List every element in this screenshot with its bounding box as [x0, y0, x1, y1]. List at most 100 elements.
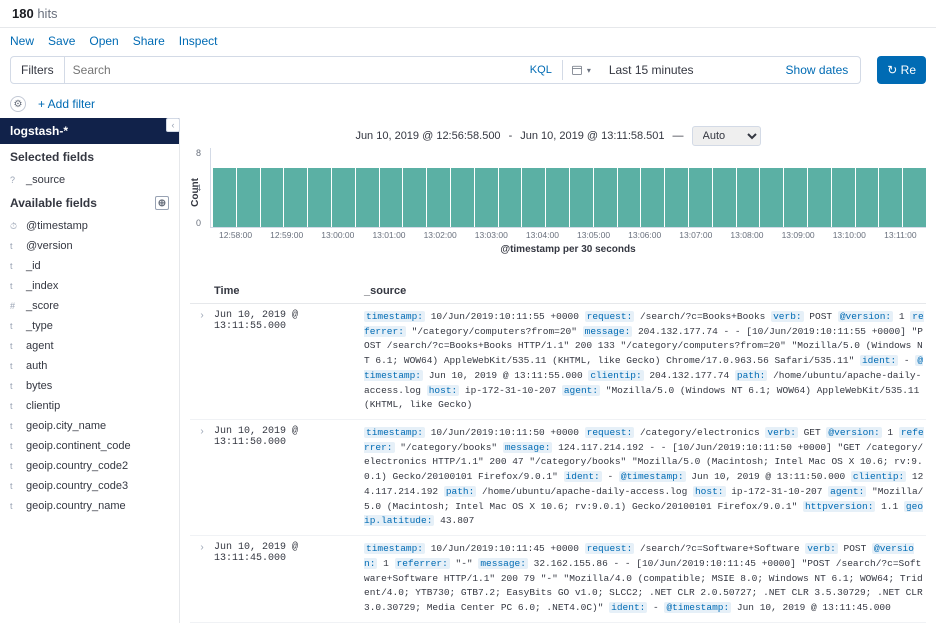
bar[interactable]: [522, 168, 545, 227]
field-item[interactable]: tclientip: [0, 396, 179, 416]
gear-icon[interactable]: ⚙: [10, 96, 26, 112]
table-row: › Jun 10, 2019 @ 13:11:45.000 timestamp:…: [190, 536, 926, 623]
bar[interactable]: [594, 168, 617, 227]
menu-share[interactable]: Share: [133, 34, 165, 48]
field-item[interactable]: tgeoip.city_name: [0, 416, 179, 436]
x-axis-label: @timestamp per 30 seconds: [210, 240, 926, 255]
field-name: _type: [26, 320, 53, 332]
field-name: geoip.continent_code: [26, 440, 131, 452]
field-item[interactable]: #_score: [0, 296, 179, 316]
kql-toggle[interactable]: KQL: [520, 64, 562, 76]
refresh-button[interactable]: ↻ Re: [877, 56, 926, 84]
field-item[interactable]: ⏱ @timestamp: [0, 216, 179, 236]
bar[interactable]: [427, 168, 450, 227]
bar[interactable]: [570, 168, 593, 227]
bar[interactable]: [832, 168, 855, 227]
bar[interactable]: [784, 168, 807, 227]
bar[interactable]: [879, 168, 902, 227]
field-item[interactable]: t geoip.country_code3: [0, 476, 179, 496]
expand-row-icon[interactable]: ›: [190, 426, 214, 529]
bar[interactable]: [856, 168, 879, 227]
field-type-icon: t: [10, 361, 20, 371]
field-item[interactable]: tagent: [0, 336, 179, 356]
bar[interactable]: [665, 168, 688, 227]
x-ticks: 12:58:0012:59:0013:00:0013:01:0013:02:00…: [210, 228, 926, 240]
bar[interactable]: [451, 168, 474, 227]
bar[interactable]: [903, 168, 926, 227]
field-name: geoip.country_name: [26, 500, 126, 512]
menu-inspect[interactable]: Inspect: [179, 34, 218, 48]
x-tick: 13:05:00: [568, 230, 619, 240]
bar[interactable]: [237, 168, 260, 227]
bar[interactable]: [380, 168, 403, 227]
bar[interactable]: [713, 168, 736, 227]
bar[interactable]: [808, 168, 831, 227]
bar[interactable]: [760, 168, 783, 227]
bar[interactable]: [403, 168, 426, 227]
bar[interactable]: [475, 168, 498, 227]
x-tick: 13:09:00: [773, 230, 824, 240]
index-pattern-selector[interactable]: logstash-*: [0, 118, 179, 144]
row-time: Jun 10, 2019 @ 13:11:45.000: [214, 542, 364, 616]
collapse-sidebar-button[interactable]: ‹: [166, 118, 180, 132]
x-tick: 13:03:00: [466, 230, 517, 240]
bar[interactable]: [618, 168, 641, 227]
bar[interactable]: [332, 168, 355, 227]
menu-new[interactable]: New: [10, 34, 34, 48]
field-type-icon: t: [10, 501, 20, 511]
expand-row-icon[interactable]: ›: [190, 542, 214, 616]
field-name: @version: [26, 240, 73, 252]
col-source[interactable]: _source: [364, 285, 406, 297]
field-item[interactable]: ?_source: [0, 170, 179, 190]
bar[interactable]: [261, 168, 284, 227]
menu-save[interactable]: Save: [48, 34, 75, 48]
time-range[interactable]: Last 15 minutes: [599, 63, 774, 77]
calendar-icon[interactable]: ▾: [562, 60, 599, 80]
bar[interactable]: [213, 168, 236, 227]
expand-row-icon[interactable]: ›: [190, 310, 214, 413]
field-type-icon: t: [10, 401, 20, 411]
bar[interactable]: [546, 168, 569, 227]
field-item[interactable]: t @version: [0, 236, 179, 256]
field-name: geoip.country_code3: [26, 480, 128, 492]
bar[interactable]: [284, 168, 307, 227]
field-type-icon: ⏱: [10, 221, 20, 232]
col-time[interactable]: Time: [214, 285, 364, 297]
field-item[interactable]: tauth: [0, 356, 179, 376]
fields-sidebar: ‹ logstash-* Selected fields ?_source Av…: [0, 118, 180, 623]
table-row: › Jun 10, 2019 @ 13:11:55.000 timestamp:…: [190, 304, 926, 420]
field-item[interactable]: t _id: [0, 256, 179, 276]
field-type-icon: t: [10, 481, 20, 491]
field-type-icon: t: [10, 261, 20, 271]
available-fields-header: Available fields ⊕: [0, 190, 179, 216]
top-menu: New Save Open Share Inspect: [0, 28, 936, 54]
histogram-bars[interactable]: [210, 148, 926, 228]
field-name: @timestamp: [26, 220, 88, 232]
table-row: › Jun 10, 2019 @ 13:11:50.000 timestamp:…: [190, 420, 926, 536]
x-tick: 12:59:00: [261, 230, 312, 240]
row-source: timestamp: 10/Jun/2019:10:11:45 +0000 re…: [364, 542, 926, 616]
bar[interactable]: [689, 168, 712, 227]
bar[interactable]: [356, 168, 379, 227]
field-item[interactable]: tgeoip.country_code2: [0, 456, 179, 476]
field-item[interactable]: tgeoip.continent_code: [0, 436, 179, 456]
field-type-icon: t: [10, 241, 20, 251]
bar[interactable]: [641, 168, 664, 227]
add-filter-button[interactable]: + Add filter: [38, 97, 95, 111]
field-item[interactable]: t_type: [0, 316, 179, 336]
bar[interactable]: [308, 168, 331, 227]
field-item[interactable]: tbytes: [0, 376, 179, 396]
add-field-button[interactable]: ⊕: [155, 196, 169, 210]
search-input[interactable]: [65, 57, 520, 83]
field-item[interactable]: t_index: [0, 276, 179, 296]
show-dates-link[interactable]: Show dates: [774, 63, 861, 77]
menu-open[interactable]: Open: [89, 34, 118, 48]
field-item[interactable]: t geoip.country_name: [0, 496, 179, 516]
bar[interactable]: [737, 168, 760, 227]
query-bar: Filters KQL ▾ Last 15 minutes Show dates: [10, 56, 861, 84]
interval-select[interactable]: Auto: [692, 126, 761, 146]
bar[interactable]: [499, 168, 522, 227]
filter-chips-bar: ⚙ + Add filter: [0, 90, 936, 118]
field-name: agent: [26, 340, 54, 352]
field-name: _id: [26, 260, 41, 272]
